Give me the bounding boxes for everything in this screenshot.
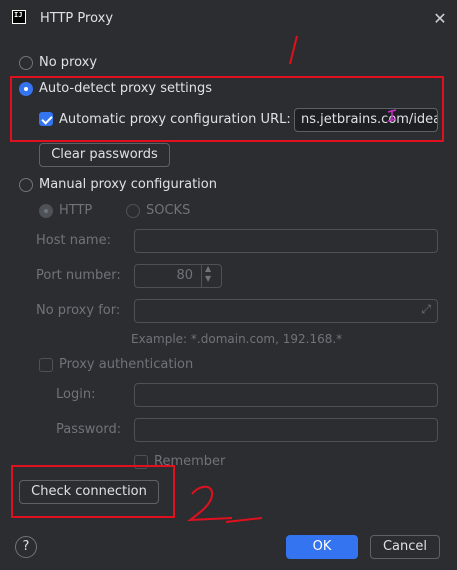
help-icon[interactable]: ?: [15, 536, 37, 558]
annotation-marks: [186, 35, 397, 523]
annotation-mark-2: [186, 485, 263, 523]
text-cursor-icon: [387, 109, 397, 122]
annotation-mark-1: [289, 35, 298, 65]
ok-button[interactable]: OK: [286, 535, 358, 559]
cancel-button[interactable]: Cancel: [370, 535, 440, 559]
